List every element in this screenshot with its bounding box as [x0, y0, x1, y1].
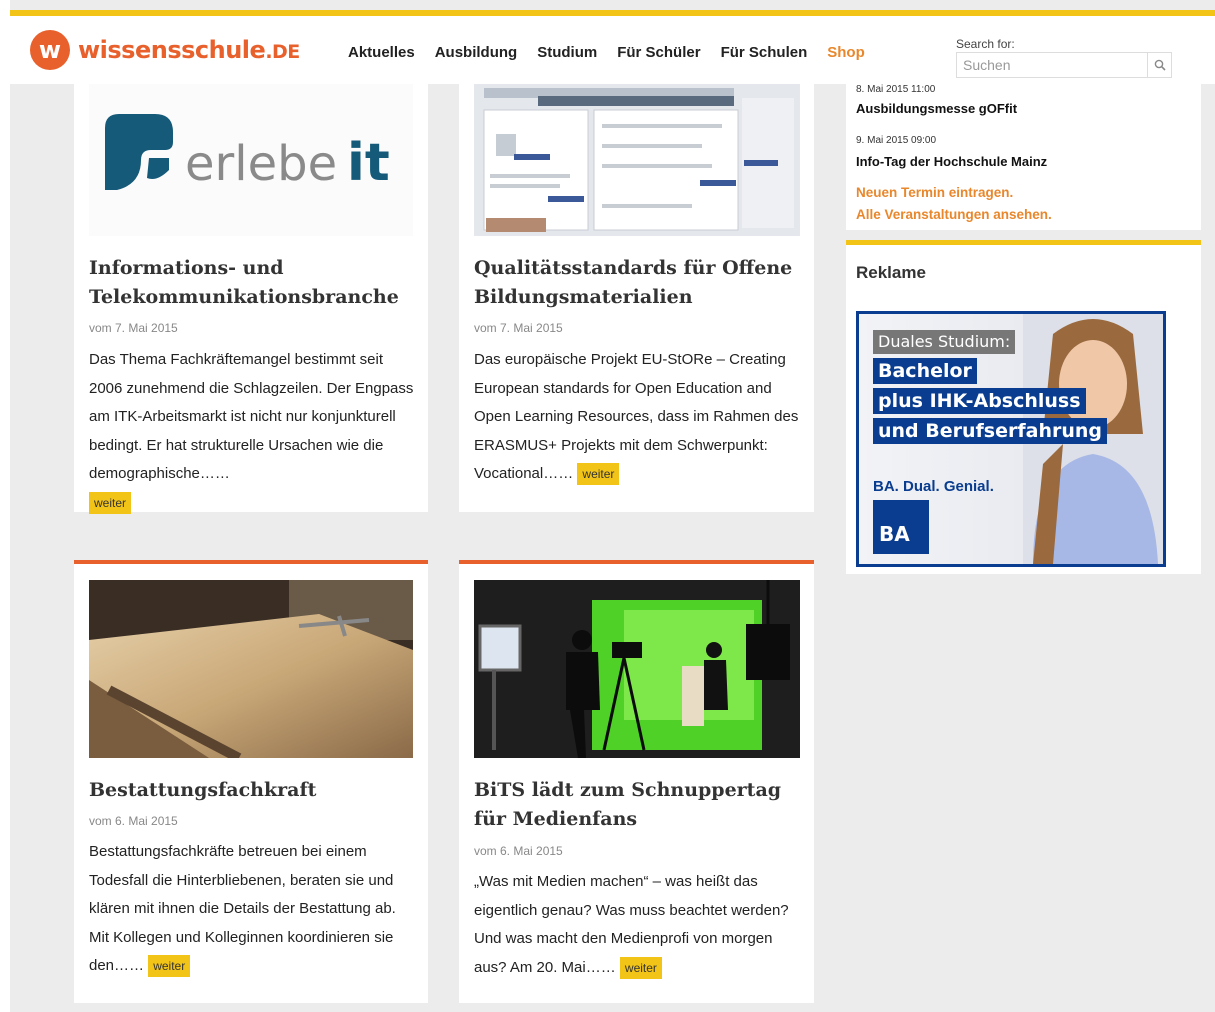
- article-title[interactable]: Qualitätsstandards für Offene Bildungsma…: [474, 254, 799, 312]
- ad-line-4: und Berufserfahrung: [873, 418, 1108, 444]
- article-excerpt: Das europäische Projekt EU-StORe – Creat…: [474, 346, 809, 489]
- article-excerpt-text: Das Thema Fachkräftemangel bestimmt seit…: [89, 351, 414, 482]
- article-image[interactable]: erlebe it: [89, 84, 413, 236]
- logo-it: it: [347, 133, 390, 193]
- article-excerpt-text: Das europäische Projekt EU-StORe – Creat…: [474, 351, 799, 482]
- ad-line-1: Duales Studium:: [873, 330, 1016, 354]
- article-excerpt: Bestattungsfachkräfte betreuen bei einem…: [89, 838, 419, 981]
- article-image[interactable]: [474, 84, 800, 236]
- logo-erlebe: erlebe: [185, 136, 337, 192]
- erlebeit-logo-image: erlebe it: [105, 114, 390, 193]
- site-logo[interactable]: w wissensschule.DE: [30, 28, 300, 72]
- article-date: vom 7. Mai 2015: [474, 321, 563, 335]
- ad-widget: Reklame Duales Studium: Bachelor plus IH…: [846, 240, 1201, 574]
- main-nav: Aktuelles Ausbildung Studium Für Schüler…: [348, 44, 865, 61]
- ad-heading: Reklame: [856, 263, 926, 282]
- new-event-link[interactable]: Neuen Termin eintragen.: [856, 185, 1013, 200]
- logo-wordmark: wissensschule.DE: [78, 36, 300, 64]
- article-title[interactable]: Bestattungsfachkraft: [89, 776, 409, 805]
- search-label: Search for:: [956, 37, 1015, 51]
- site-header: w wissensschule.DE Aktuelles Ausbildung …: [10, 16, 1215, 84]
- search-icon: [1154, 59, 1166, 71]
- all-events-link[interactable]: Alle Veranstaltungen ansehen.: [856, 207, 1052, 222]
- ad-tagline: BA. Dual. Genial.: [873, 478, 994, 495]
- article-image[interactable]: [474, 580, 800, 758]
- article-title[interactable]: BiTS lädt zum Schnuppertag für Medienfan…: [474, 776, 799, 834]
- event-date: 8. Mai 2015 11:00: [856, 84, 936, 95]
- screenshot-thumbnail-image: [474, 84, 800, 236]
- article-excerpt: „Was mit Medien machen“ – was heißt das …: [474, 868, 804, 982]
- ba-logo: BA: [873, 500, 929, 554]
- weiter-button[interactable]: weiter: [577, 463, 620, 486]
- article-card: BiTS lädt zum Schnuppertag für Medienfan…: [459, 560, 814, 1003]
- weiter-button[interactable]: weiter: [148, 955, 191, 978]
- weiter-button[interactable]: weiter: [619, 956, 662, 979]
- nav-item-fuer-schueler[interactable]: Für Schüler: [617, 44, 700, 61]
- coffin-photo-image: [89, 580, 413, 758]
- event-title[interactable]: Ausbildungsmesse gOFfit: [856, 101, 1017, 116]
- nav-item-studium[interactable]: Studium: [537, 44, 597, 61]
- logo-icon: w: [30, 30, 70, 70]
- article-excerpt-text: Bestattungsfachkräfte betreuen bei einem…: [89, 843, 396, 974]
- search-button[interactable]: [1147, 53, 1171, 77]
- article-card: Qualitätsstandards für Offene Bildungsma…: [459, 84, 814, 512]
- article-card: Bestattungsfachkraft vom 6. Mai 2015 Bes…: [74, 560, 428, 1003]
- article-image[interactable]: [89, 580, 413, 758]
- nav-item-aktuelles[interactable]: Aktuelles: [348, 44, 415, 61]
- article-excerpt: Das Thema Fachkräftemangel bestimmt seit…: [89, 346, 419, 517]
- ad-line-3: plus IHK-Abschluss: [873, 388, 1086, 414]
- search-box: [956, 52, 1172, 78]
- article-title[interactable]: Informations- und Telekommunikationsbran…: [89, 254, 409, 312]
- article-date: vom 6. Mai 2015: [89, 814, 178, 828]
- search-input[interactable]: [957, 53, 1147, 77]
- nav-item-ausbildung[interactable]: Ausbildung: [435, 44, 518, 61]
- events-widget: 8. Mai 2015 11:00 Ausbildungsmesse gOFfi…: [846, 84, 1201, 230]
- logo-tld: .DE: [265, 41, 300, 63]
- nav-item-fuer-schulen[interactable]: Für Schulen: [721, 44, 808, 61]
- logo-name: wissensschule: [78, 36, 266, 64]
- nav-item-shop[interactable]: Shop: [827, 44, 865, 61]
- ad-banner[interactable]: Duales Studium: Bachelor plus IHK-Abschl…: [856, 311, 1166, 567]
- tv-studio-photo-image: [474, 580, 800, 758]
- event-date: 9. Mai 2015 09:00: [856, 135, 937, 146]
- ad-line-2: Bachelor: [873, 358, 977, 384]
- article-card: erlebe it Informations- und Telekommunik…: [74, 84, 428, 514]
- article-date: vom 6. Mai 2015: [474, 844, 563, 858]
- event-title[interactable]: Info-Tag der Hochschule Mainz: [856, 154, 1047, 169]
- article-date: vom 7. Mai 2015: [89, 321, 178, 335]
- weiter-button[interactable]: weiter: [89, 491, 132, 514]
